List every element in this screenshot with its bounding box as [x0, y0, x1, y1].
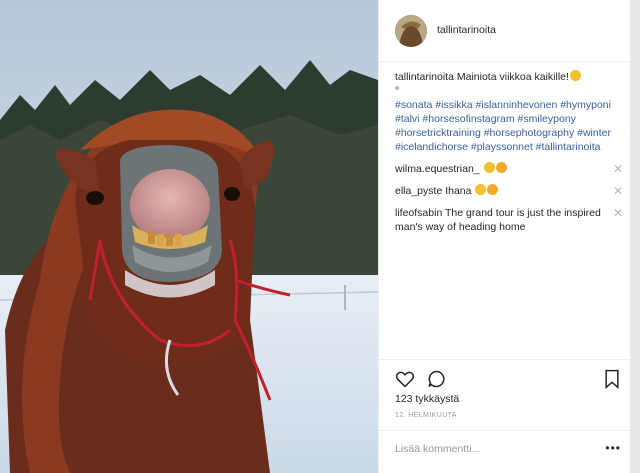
comment-text: Ihana	[445, 185, 472, 197]
action-bar	[379, 359, 630, 397]
bookmark-icon[interactable]	[603, 369, 621, 389]
post-date: 12. HELMIKUUTA	[395, 412, 457, 419]
heart-eyes-emoji	[495, 162, 507, 173]
remove-comment-icon[interactable]: ✕	[613, 162, 623, 176]
horse-photo	[0, 0, 378, 473]
comment-input[interactable]	[395, 443, 607, 455]
comment-row: ella_pyste Ihana ✕	[395, 184, 623, 198]
post-modal: tallintarinoita tallintarinoita Mainiota…	[0, 0, 630, 473]
heart-eyes-emoji	[487, 184, 499, 195]
comment-username[interactable]: wilma.equestrian_	[395, 163, 480, 175]
remove-comment-icon[interactable]: ✕	[613, 184, 623, 198]
caption-hashtags[interactable]: #sonata #issikka #islanninhevonen #hymyp…	[395, 99, 611, 153]
post-side-panel: tallintarinoita tallintarinoita Mainiota…	[378, 0, 630, 473]
post-header: tallintarinoita	[379, 0, 630, 62]
likes-count[interactable]: 123 tykkäystä	[395, 393, 459, 405]
avatar[interactable]	[395, 15, 427, 47]
comment-bubble-icon[interactable]	[427, 369, 447, 389]
post-photo[interactable]	[0, 0, 378, 473]
header-username[interactable]: tallintarinoita	[437, 24, 496, 36]
heart-icon[interactable]	[395, 369, 415, 389]
caption-tail: °	[395, 85, 400, 97]
grinning-sweat-emoji	[475, 184, 487, 195]
more-options-icon[interactable]: •••	[605, 441, 621, 455]
comment-row: wilma.equestrian_ ✕	[395, 162, 623, 176]
comments-section: tallintarinoita Mainiota viikkoa kaikill…	[395, 70, 623, 234]
face-savouring-emoji	[569, 70, 581, 81]
caption-username[interactable]: tallintarinoita	[395, 71, 454, 83]
comment-row: lifeofsabin The grand tour is just the i…	[395, 206, 623, 234]
remove-comment-icon[interactable]: ✕	[613, 206, 623, 220]
avatar-image	[395, 15, 427, 47]
caption-text: Mainiota viikkoa kaikille!	[456, 71, 569, 83]
add-comment-bar: •••	[379, 430, 630, 473]
comment-username[interactable]: ella_pyste	[395, 185, 442, 197]
caption: tallintarinoita Mainiota viikkoa kaikill…	[395, 70, 623, 154]
grinning-sweat-emoji	[483, 162, 495, 173]
comment-username[interactable]: lifeofsabin	[395, 207, 442, 219]
